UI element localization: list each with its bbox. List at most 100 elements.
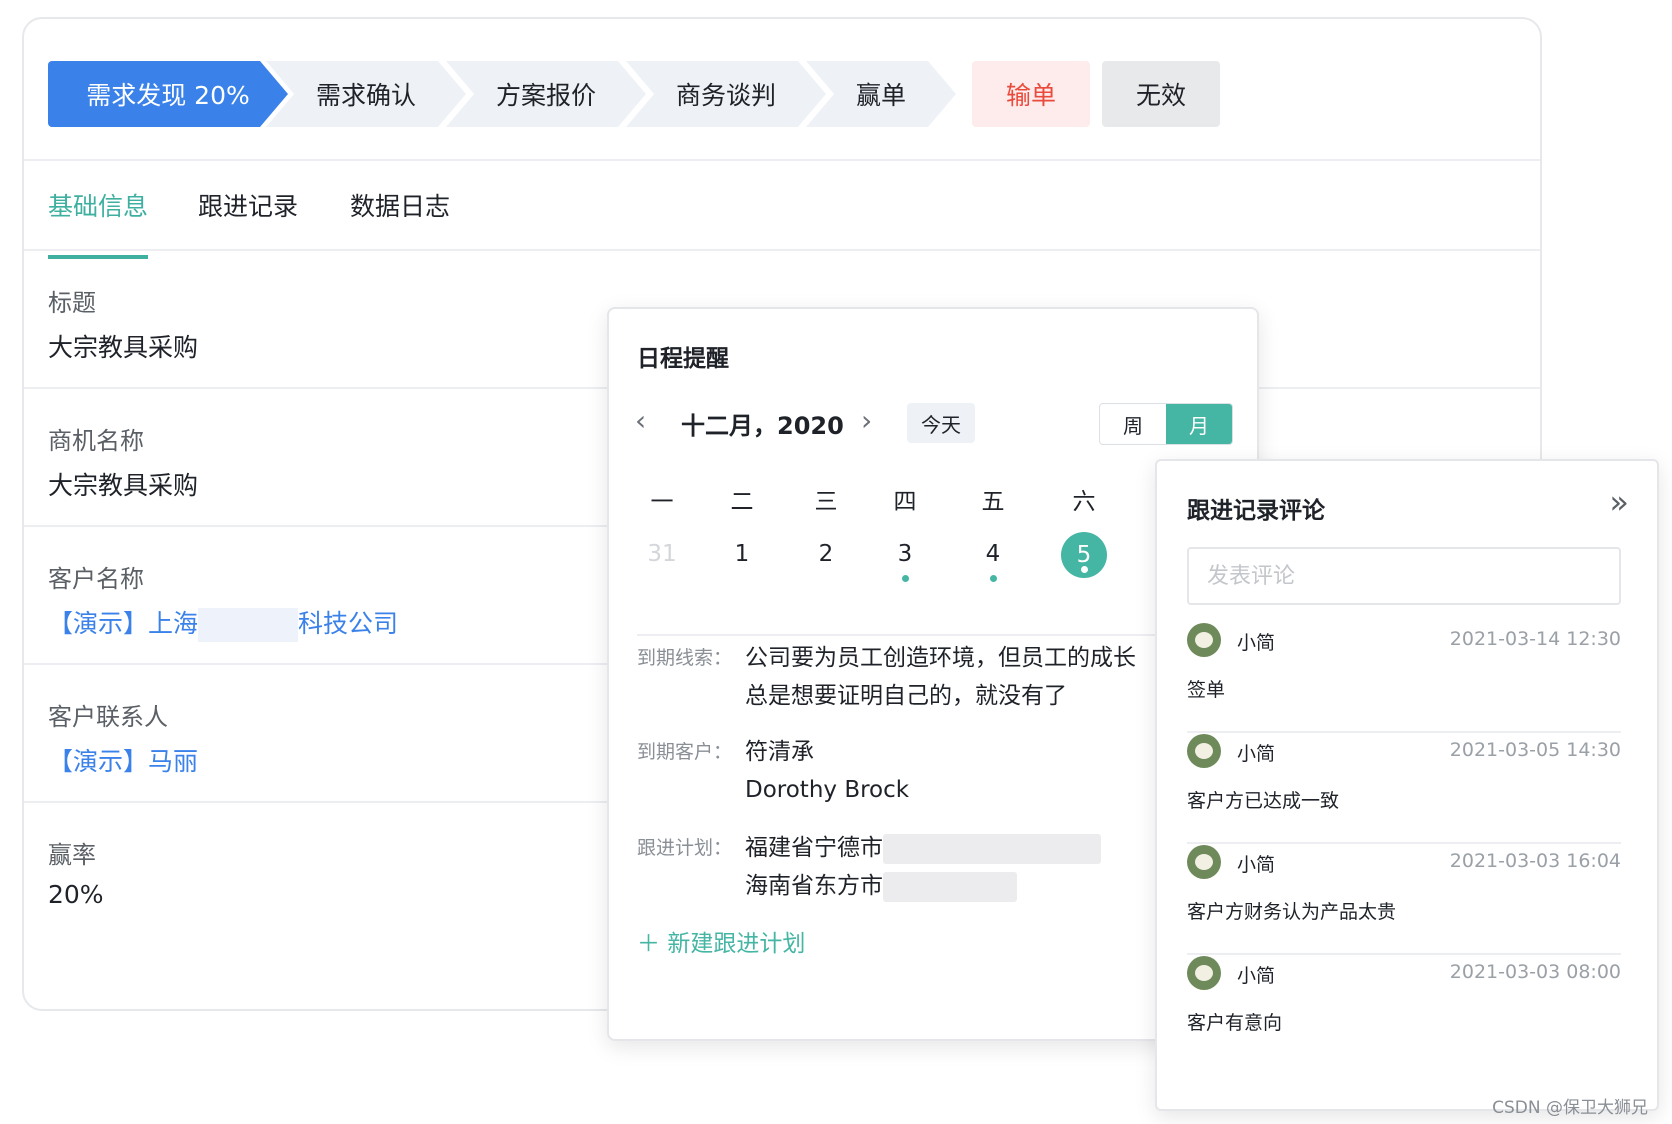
comment-author: 小简 (1237, 743, 1276, 765)
comment-time: 2021-03-05 14:30 (1449, 739, 1621, 761)
avatar (1187, 734, 1221, 768)
field-label: 赢率 (48, 841, 96, 869)
contact-link[interactable]: 【演示】马丽 (48, 742, 198, 778)
weekday-label: 五 (981, 489, 1005, 515)
weekday-label: 二 (730, 489, 754, 515)
active-tab-indicator (48, 255, 148, 259)
comment-author: 小简 (1237, 965, 1276, 987)
divider (1187, 953, 1621, 955)
divider (24, 159, 1540, 161)
day-number: 5 (1076, 542, 1092, 568)
day-number: 4 (985, 541, 1001, 567)
chevron-left-icon[interactable]: ‹ (635, 404, 646, 437)
customer-link-suffix: 科技公司 (298, 609, 399, 638)
view-toggle: 周 月 (1099, 403, 1233, 445)
avatar (1187, 956, 1221, 990)
tab-basic-info[interactable]: 基础信息 (48, 187, 148, 223)
calendar-day[interactable]: 1 (722, 541, 762, 567)
avatar (1187, 845, 1221, 879)
customer-link-prefix: 【演示】上海 (48, 609, 199, 638)
redacted-mask (883, 871, 1017, 902)
month-label: 十二月，2020 (681, 412, 844, 440)
schedule-title: 日程提醒 (637, 346, 729, 372)
comment-text: 签单 (1187, 679, 1226, 701)
calendar-day[interactable]: 4 (973, 541, 1013, 582)
redacted-mask (198, 608, 299, 642)
follow-plan-value[interactable]: 福建省宁德市 海南省东方市 (745, 829, 1101, 905)
plus-icon: ＋ (637, 931, 660, 957)
comment-time: 2021-03-03 16:04 (1449, 850, 1621, 872)
due-customers-value[interactable]: 符清承 Dorothy Brock (745, 733, 909, 809)
day-number: 31 (647, 541, 677, 567)
calendar-day-selected[interactable]: 5 (1061, 532, 1107, 578)
chevron-right-icon[interactable]: › (861, 404, 872, 437)
weekday-label: 一 (650, 489, 674, 515)
due-clue-line: 总是想要证明自己的，就没有了 (745, 683, 1067, 709)
field-value: 大宗教具采购 (48, 333, 199, 362)
due-customer-name: Dorothy Brock (745, 777, 910, 803)
double-chevron-right-icon[interactable]: » (1609, 483, 1629, 521)
comment-input-box[interactable] (1187, 547, 1621, 605)
calendar-day[interactable]: 31 (642, 541, 682, 567)
follow-comments-panel: 跟进记录评论 » 小简 2021-03-14 12:30 签单 小简 2021-… (1155, 459, 1659, 1111)
due-clues-value[interactable]: 公司要为员工创造环境，但员工的成长 总是想要证明自己的，就没有了 (745, 639, 1136, 715)
comment-input[interactable] (1189, 549, 1619, 603)
weekday-label: 三 (814, 489, 838, 515)
day-number: 3 (897, 541, 913, 567)
field-opportunity-name: 商机名称 大宗教具采购 (48, 421, 198, 502)
divider (637, 634, 1237, 636)
due-customers-label: 到期客户： (637, 741, 733, 763)
comment-text: 客户方财务认为产品太贵 (1187, 901, 1397, 923)
comment-author: 小简 (1237, 632, 1276, 654)
avatar (1187, 623, 1221, 657)
comments-title: 跟进记录评论 (1187, 498, 1325, 524)
tab-data-log[interactable]: 数据日志 (350, 187, 450, 223)
plan-location: 海南省东方市 (745, 873, 883, 899)
weekday-label: 四 (893, 489, 917, 515)
field-label: 标题 (48, 289, 96, 317)
due-clues-label: 到期线索： (637, 647, 733, 669)
field-label: 商机名称 (48, 427, 144, 455)
comment-text: 客户有意向 (1187, 1012, 1283, 1034)
comment-time: 2021-03-14 12:30 (1449, 628, 1621, 650)
field-customer-name: 客户名称 【演示】上海 科技公司 (48, 559, 398, 642)
event-dot (902, 575, 909, 582)
day-number: 1 (734, 541, 750, 567)
customer-link[interactable]: 【演示】上海 科技公司 (48, 604, 398, 642)
week-view-button[interactable]: 周 (1100, 404, 1166, 444)
stage-won[interactable]: 赢单 (806, 61, 956, 127)
comment-author: 小简 (1237, 854, 1276, 876)
field-label: 客户名称 (48, 565, 144, 593)
watermark: CSDN @保卫大狮兄 (1492, 1098, 1648, 1118)
field-label: 客户联系人 (48, 703, 168, 731)
stage-lost-button[interactable]: 输单 (972, 61, 1090, 127)
plan-location: 福建省宁德市 (745, 835, 883, 861)
stage-negotiation[interactable]: 商务谈判 (626, 61, 826, 127)
stage-quotation[interactable]: 方案报价 (446, 61, 646, 127)
field-value: 大宗教具采购 (48, 471, 199, 500)
today-button[interactable]: 今天 (907, 403, 975, 443)
redacted-mask (883, 833, 1101, 864)
field-title: 标题 大宗教具采购 (48, 283, 198, 364)
month-view-button[interactable]: 月 (1166, 404, 1232, 444)
follow-plan-label: 跟进计划： (637, 837, 733, 859)
field-value: 20% (48, 880, 104, 909)
field-customer-contact: 客户联系人 【演示】马丽 (48, 697, 198, 778)
stage-invalid-button[interactable]: 无效 (1102, 61, 1220, 127)
due-clue-line: 公司要为员工创造环境，但员工的成长 (745, 645, 1136, 671)
tab-follow-records[interactable]: 跟进记录 (198, 187, 298, 223)
due-customer-name: 符清承 (745, 739, 814, 765)
event-dot (990, 575, 997, 582)
calendar-day[interactable]: 2 (806, 541, 846, 567)
divider (1187, 842, 1621, 844)
stage-need-discovery[interactable]: 需求发现 20% (48, 61, 288, 127)
calendar-day[interactable]: 3 (885, 541, 925, 582)
event-dot (1081, 566, 1088, 573)
new-follow-plan-button[interactable]: ＋ 新建跟进计划 (637, 924, 805, 958)
new-follow-plan-label: 新建跟进计划 (667, 931, 806, 957)
comment-time: 2021-03-03 08:00 (1449, 961, 1621, 983)
weekday-label: 六 (1072, 489, 1096, 515)
divider (1187, 731, 1621, 733)
stage-need-confirm[interactable]: 需求确认 (266, 61, 466, 127)
divider (24, 249, 1540, 251)
